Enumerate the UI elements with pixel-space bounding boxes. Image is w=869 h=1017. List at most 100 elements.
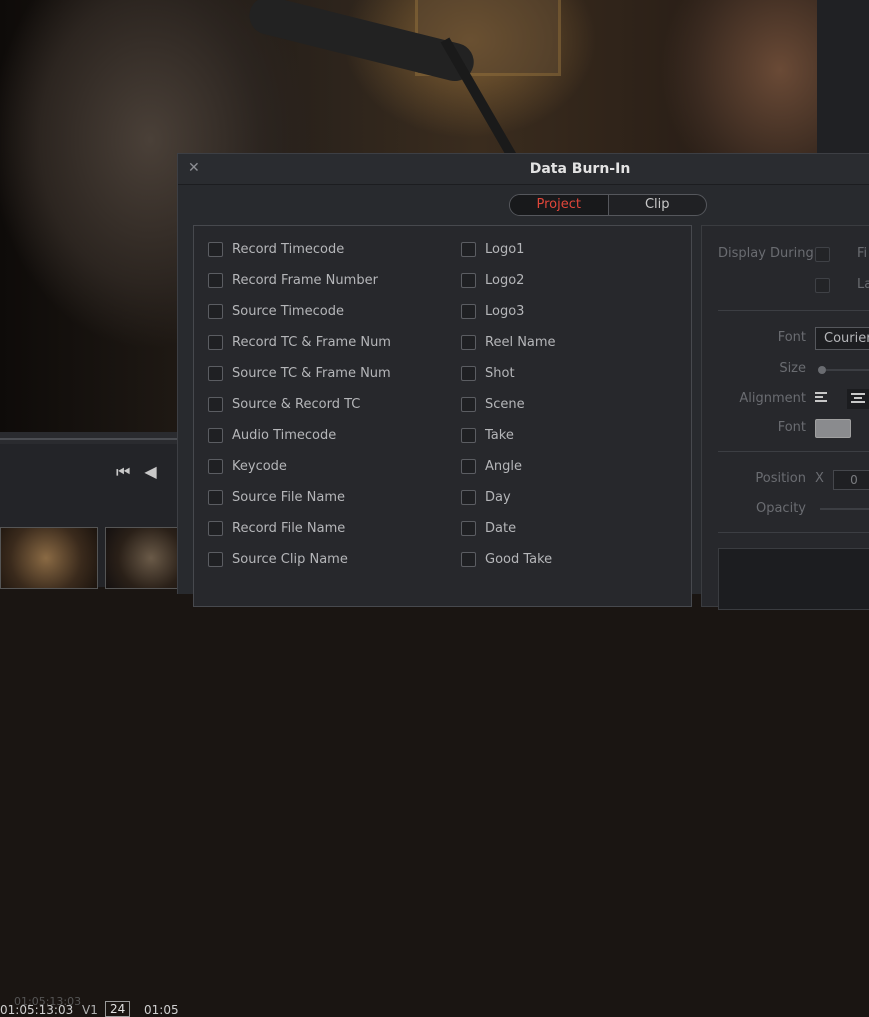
option-checkbox[interactable] [208, 397, 223, 412]
opacity-slider[interactable] [820, 508, 869, 510]
option-checkbox[interactable] [208, 242, 223, 257]
tab-project[interactable]: Project [510, 195, 609, 215]
option-checkbox[interactable] [461, 552, 476, 567]
option-label: Source TC & Frame Num [232, 366, 391, 381]
option-label: Logo1 [485, 242, 525, 257]
option-checkbox[interactable] [208, 552, 223, 567]
settings-panel: Display During Fi La Font Courier Size A… [701, 225, 869, 610]
font-color-label: Font [777, 420, 806, 435]
burn-in-option[interactable]: Angle [461, 451, 556, 482]
burn-in-option[interactable]: Shot [461, 358, 556, 389]
option-label: Record TC & Frame Num [232, 335, 391, 350]
size-slider-handle[interactable] [818, 366, 826, 374]
display-last-checkbox[interactable] [815, 278, 830, 293]
option-label: Shot [485, 366, 515, 381]
option-checkbox[interactable] [461, 397, 476, 412]
burn-in-option[interactable]: Record Frame Number [208, 265, 391, 296]
option-checkbox[interactable] [208, 521, 223, 536]
preview-box [718, 548, 869, 610]
option-label: Record Frame Number [232, 273, 378, 288]
divider [718, 310, 869, 311]
option-checkbox[interactable] [208, 366, 223, 381]
option-label: Logo3 [485, 304, 525, 319]
burn-in-option[interactable]: Source Timecode [208, 296, 391, 327]
divider [718, 451, 869, 452]
option-checkbox[interactable] [461, 521, 476, 536]
burn-in-option[interactable]: Logo3 [461, 296, 556, 327]
option-label: Source & Record TC [232, 397, 361, 412]
font-label: Font [777, 330, 806, 345]
option-label: Take [485, 428, 514, 443]
fps-badge: 24 [105, 1001, 131, 1017]
dialog-title: Data Burn-In [529, 161, 631, 177]
option-checkbox[interactable] [461, 490, 476, 505]
option-checkbox[interactable] [208, 273, 223, 288]
burn-in-option[interactable]: Reel Name [461, 327, 556, 358]
option-checkbox[interactable] [208, 335, 223, 350]
tab-clip[interactable]: Clip [609, 195, 707, 215]
clip-thumbnail[interactable] [0, 527, 98, 589]
option-checkbox[interactable] [461, 304, 476, 319]
option-checkbox[interactable] [208, 490, 223, 505]
tab-switcher: Project Clip [509, 194, 707, 216]
data-burn-in-dialog: ✕ Data Burn-In Project Clip Record Timec… [177, 153, 869, 610]
burn-in-option[interactable]: Date [461, 513, 556, 544]
option-label: Angle [485, 459, 522, 474]
option-checkbox[interactable] [208, 304, 223, 319]
clip-thumbnail[interactable] [105, 527, 182, 589]
display-during-label: Display During [718, 246, 814, 261]
burn-in-option[interactable]: Keycode [208, 451, 391, 482]
option-label: Keycode [232, 459, 287, 474]
right-timecode: 01:05 [144, 1003, 179, 1017]
burn-in-option[interactable]: Record File Name [208, 513, 391, 544]
burn-in-option[interactable]: Scene [461, 389, 556, 420]
option-checkbox[interactable] [461, 428, 476, 443]
position-x-field[interactable]: 0 [833, 470, 869, 490]
dialog-titlebar: ✕ Data Burn-In [178, 154, 869, 185]
burn-in-options-panel: Record Timecode Record Frame Number Source… [193, 225, 692, 607]
option-label: Source File Name [232, 490, 346, 505]
burn-in-option[interactable]: Take [461, 420, 556, 451]
display-first-checkbox[interactable] [815, 247, 830, 262]
burn-in-option[interactable]: Source File Name [208, 482, 391, 513]
font-color-swatch[interactable] [815, 419, 851, 438]
option-label: Reel Name [485, 335, 556, 350]
burn-in-option[interactable]: Day [461, 482, 556, 513]
option-label: Record File Name [232, 521, 346, 536]
burn-in-option[interactable]: Audio Timecode [208, 420, 391, 451]
divider [718, 532, 869, 533]
option-checkbox[interactable] [208, 428, 223, 443]
viewer-scrubber[interactable] [0, 432, 180, 444]
option-label: Good Take [485, 552, 553, 567]
track-label: V1 [82, 1003, 98, 1017]
burn-in-option[interactable]: Logo1 [461, 234, 556, 265]
opacity-label: Opacity [755, 501, 806, 516]
options-right-column: Logo1 Logo2 Logo3 Reel Name Shot Scene Take Ang… [461, 234, 556, 575]
position-x-label: X [815, 471, 824, 486]
option-checkbox[interactable] [461, 273, 476, 288]
burn-in-option[interactable]: Record TC & Frame Num [208, 327, 391, 358]
skip-to-start-icon[interactable]: ⏮ [116, 462, 130, 481]
size-slider-track[interactable] [826, 369, 869, 371]
burn-in-option[interactable]: Source Clip Name [208, 544, 391, 575]
option-label: Logo2 [485, 273, 525, 288]
burn-in-option[interactable]: Source & Record TC [208, 389, 391, 420]
align-center-button[interactable] [847, 389, 869, 409]
option-checkbox[interactable] [461, 242, 476, 257]
burn-in-option[interactable]: Good Take [461, 544, 556, 575]
option-checkbox[interactable] [461, 335, 476, 350]
display-first-label: Fi [857, 246, 868, 261]
burn-in-option[interactable]: Logo2 [461, 265, 556, 296]
option-label: Source Clip Name [232, 552, 348, 567]
font-select[interactable]: Courier [815, 327, 869, 350]
burn-in-option[interactable]: Record Timecode [208, 234, 391, 265]
option-checkbox[interactable] [208, 459, 223, 474]
option-checkbox[interactable] [461, 459, 476, 474]
align-left-icon[interactable] [815, 392, 829, 404]
align-center-icon [851, 393, 865, 405]
size-label: Size [779, 361, 806, 376]
burn-in-option[interactable]: Source TC & Frame Num [208, 358, 391, 389]
position-label: Position [755, 471, 806, 486]
option-checkbox[interactable] [461, 366, 476, 381]
play-reverse-icon[interactable]: ◀ [144, 462, 156, 481]
